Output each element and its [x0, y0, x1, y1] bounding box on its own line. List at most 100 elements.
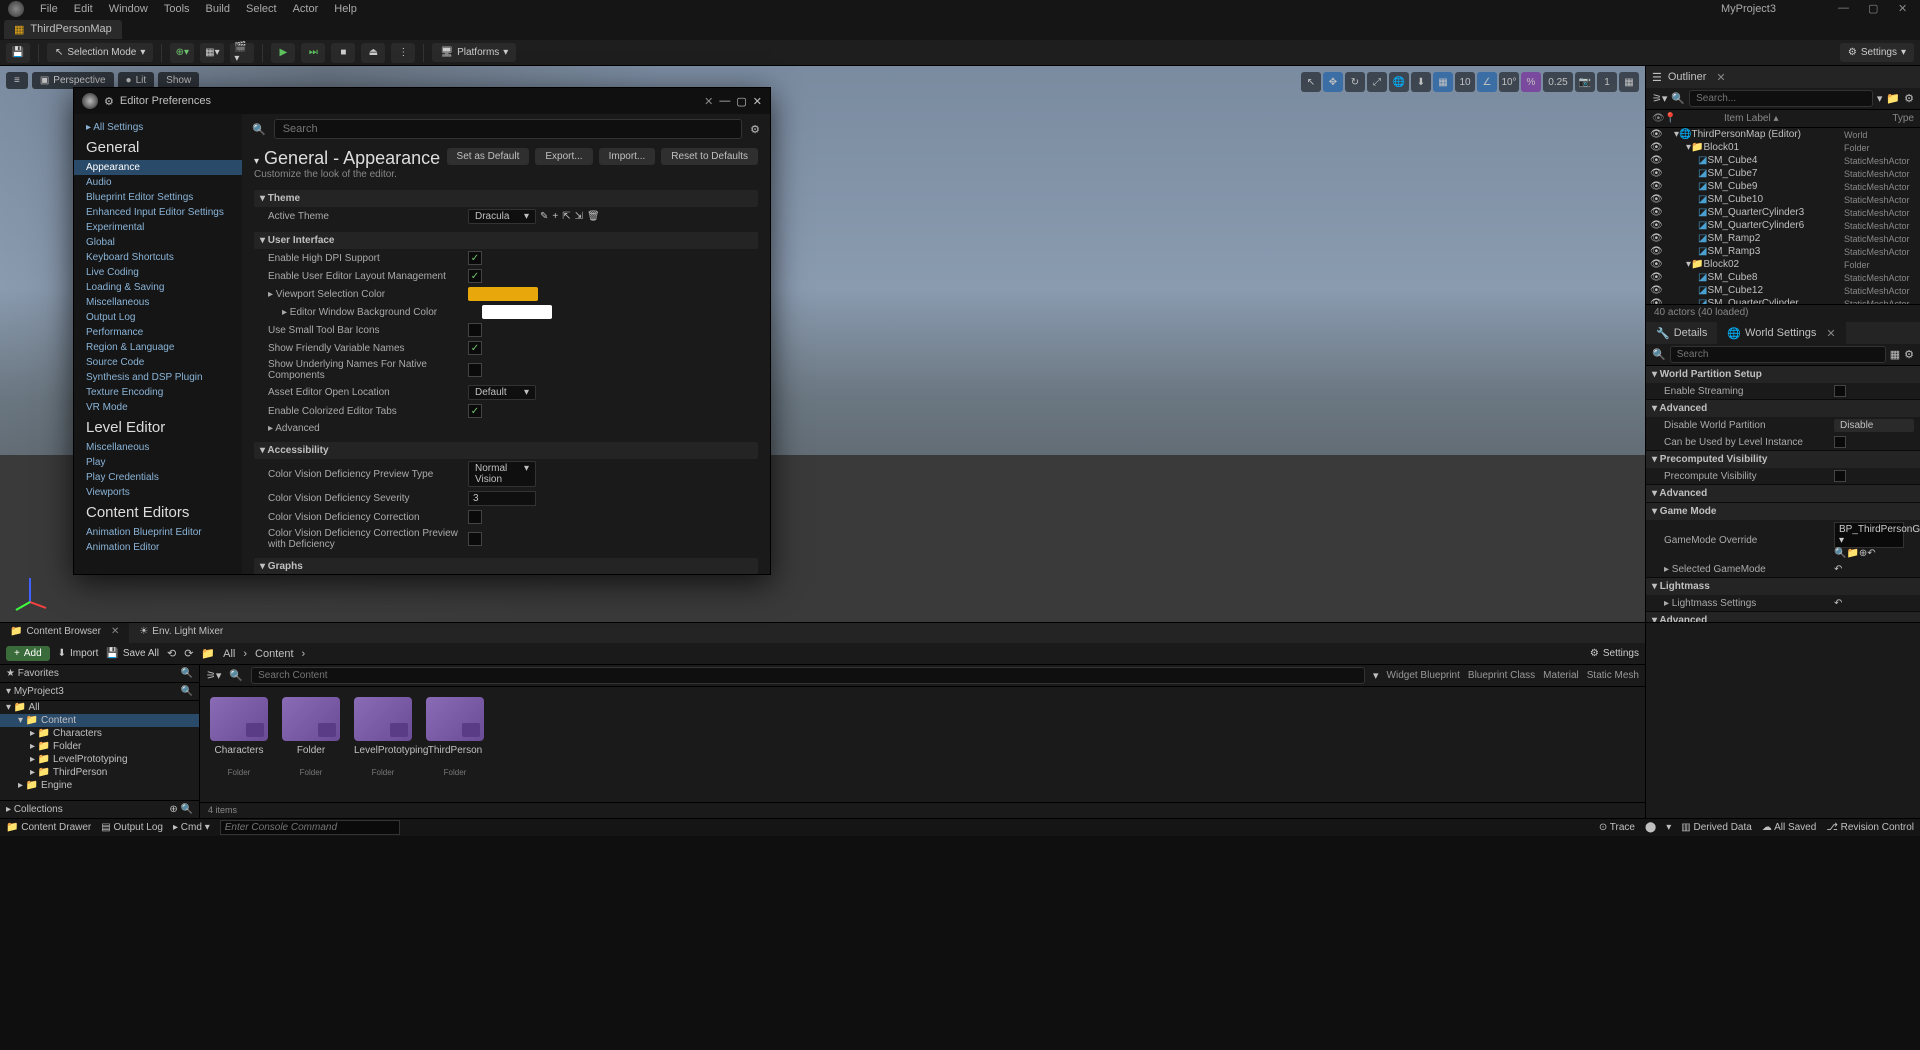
outliner-row[interactable]: 👁◪SM_Cube10StaticMeshActor: [1646, 193, 1920, 206]
filter-icon[interactable]: ⚞▾: [1652, 92, 1667, 105]
prefs-section-header[interactable]: ▾ Graphs: [254, 558, 758, 574]
section-header[interactable]: ▾ World Partition Setup: [1646, 366, 1920, 383]
camera-speed-value[interactable]: 1: [1597, 72, 1617, 92]
save-button[interactable]: 💾: [6, 43, 30, 63]
selection-mode-button[interactable]: ↖Selection Mode▾: [47, 43, 153, 62]
derived-data-button[interactable]: ▥ Derived Data: [1681, 822, 1752, 833]
details-view-icon[interactable]: ▦: [1890, 348, 1900, 361]
set-default-button[interactable]: Set as Default: [447, 148, 530, 165]
edit-icon[interactable]: ✎: [540, 211, 548, 222]
breadcrumb-all[interactable]: All: [223, 648, 235, 660]
color-swatch[interactable]: [468, 287, 538, 301]
prefs-nav-link[interactable]: Animation Blueprint Editor: [74, 525, 242, 540]
outliner-search[interactable]: [1689, 90, 1873, 107]
select-tool[interactable]: ↖: [1301, 72, 1321, 92]
angle-snap[interactable]: ∠: [1477, 72, 1497, 92]
prefs-section-header[interactable]: ▾ Accessibility: [254, 442, 758, 459]
maximize-icon[interactable]: ▢: [1868, 2, 1882, 16]
import-button[interactable]: ⬇Import: [58, 648, 99, 659]
dropdown[interactable]: Default▾: [468, 385, 536, 400]
prefs-nav-link[interactable]: Animation Editor: [74, 540, 242, 555]
item-label-header[interactable]: Item Label ▴: [1676, 113, 1892, 124]
content-tree-row[interactable]: ▸ 📁 Folder: [0, 740, 199, 753]
menu-build[interactable]: Build: [206, 3, 230, 15]
checkbox[interactable]: ✓: [468, 404, 482, 418]
breadcrumb-all-icon[interactable]: 📁: [201, 647, 215, 660]
skip-button[interactable]: ⏭: [301, 43, 325, 63]
project-label[interactable]: MyProject3: [14, 686, 64, 697]
details-settings-icon[interactable]: ⚙: [1904, 348, 1914, 361]
console-input[interactable]: [220, 820, 400, 835]
trace-opts-icon[interactable]: ▾: [1666, 822, 1671, 833]
prefs-nav-link[interactable]: VR Mode: [74, 400, 242, 415]
content-tree-row[interactable]: ▾ 📁 All: [0, 701, 199, 714]
save-all-button[interactable]: 💾Save All: [106, 648, 159, 659]
ws-close[interactable]: ✕: [1826, 327, 1835, 340]
checkbox[interactable]: ✓: [468, 269, 482, 283]
breadcrumb-content[interactable]: Content: [255, 648, 294, 660]
viewport-menu[interactable]: ≡: [6, 72, 28, 89]
scale-snap[interactable]: %: [1521, 72, 1541, 92]
history-back[interactable]: ⟲: [167, 647, 176, 660]
prefs-search[interactable]: [274, 119, 742, 139]
use-icon[interactable]: 📁: [1846, 548, 1858, 559]
prefs-nav-link[interactable]: Enhanced Input Editor Settings: [74, 205, 242, 220]
angle-snap-value[interactable]: 10°: [1499, 72, 1519, 92]
outliner-row[interactable]: 👁◪SM_Cube8StaticMeshActor: [1646, 271, 1920, 284]
color-swatch[interactable]: [482, 305, 552, 319]
content-grid[interactable]: CharactersFolderFolderFolderLevelPrototy…: [200, 687, 1645, 802]
expand-icon[interactable]: ↶: [1834, 598, 1842, 609]
visibility-col-icon[interactable]: 👁: [1652, 113, 1664, 124]
filter-button[interactable]: ⚞▾: [206, 669, 221, 682]
undo-icon[interactable]: ↶: [1867, 548, 1875, 559]
checkbox[interactable]: [468, 510, 482, 524]
outliner-row[interactable]: 👁▾ 🌐ThirdPersonMap (Editor)World: [1646, 128, 1920, 141]
menu-help[interactable]: Help: [334, 3, 357, 15]
content-tree-row[interactable]: ▸ 📁 ThirdPerson: [0, 766, 199, 779]
history-fwd[interactable]: ⟳: [184, 647, 193, 660]
prefs-nav-link[interactable]: Synthesis and DSP Plugin: [74, 370, 242, 385]
checkbox[interactable]: [468, 363, 482, 377]
outliner-row[interactable]: 👁◪SM_Cube9StaticMeshActor: [1646, 180, 1920, 193]
outliner-row[interactable]: 👁◪SM_Cube7StaticMeshActor: [1646, 167, 1920, 180]
outliner-row[interactable]: 👁◪SM_QuarterCylinder3StaticMeshActor: [1646, 206, 1920, 219]
checkbox[interactable]: [1834, 436, 1846, 448]
section-header[interactable]: ▾ Game Mode: [1646, 503, 1920, 520]
blueprint-button[interactable]: ▦▾: [200, 43, 224, 63]
export-button[interactable]: Export...: [535, 148, 592, 165]
add-button[interactable]: + Add: [6, 646, 50, 661]
menu-select[interactable]: Select: [246, 3, 277, 15]
output-log-button[interactable]: ▤ Output Log: [101, 822, 163, 833]
play-button[interactable]: ▶: [271, 43, 295, 63]
outliner-settings-icon[interactable]: ⚙: [1904, 92, 1914, 105]
prefs-section-header[interactable]: ▾ User Interface: [254, 232, 758, 249]
menu-edit[interactable]: Edit: [74, 3, 93, 15]
checkbox[interactable]: [468, 532, 482, 546]
grid-snap-value[interactable]: 10: [1455, 72, 1475, 92]
prefs-nav-link[interactable]: Keyboard Shortcuts: [74, 250, 242, 265]
proj-search-icon[interactable]: 🔍: [181, 686, 193, 697]
content-search[interactable]: [251, 667, 1365, 684]
checkbox[interactable]: ✓: [468, 341, 482, 355]
prefs-nav-link[interactable]: Miscellaneous: [74, 440, 242, 455]
all-settings-link[interactable]: ▸ All Settings: [74, 120, 242, 135]
minimize-icon[interactable]: —: [1838, 2, 1852, 16]
prefs-close-tab[interactable]: ✕: [704, 95, 713, 108]
outliner-close[interactable]: ✕: [1716, 71, 1725, 84]
content-drawer-button[interactable]: 📁 Content Drawer: [6, 822, 91, 833]
platforms-button[interactable]: 🖥Platforms▾: [432, 43, 516, 62]
coll-search-icon[interactable]: 🔍: [181, 804, 193, 815]
outliner-row[interactable]: 👁◪SM_Ramp3StaticMeshActor: [1646, 245, 1920, 258]
plus-icon[interactable]: +: [552, 211, 558, 222]
favorites-label[interactable]: Favorites: [18, 668, 59, 679]
section-header[interactable]: ▾ Precomputed Visibility: [1646, 451, 1920, 468]
add-collection-icon[interactable]: ⊕: [169, 804, 177, 815]
move-tool[interactable]: ✥: [1323, 72, 1343, 92]
dropdown[interactable]: Normal Vision▾: [468, 461, 536, 487]
checkbox[interactable]: [1834, 470, 1846, 482]
import-button[interactable]: Import...: [599, 148, 656, 165]
expand-icon[interactable]: ↶: [1834, 564, 1842, 575]
prefs-nav-link[interactable]: Loading & Saving: [74, 280, 242, 295]
content-item[interactable]: ThirdPersonFolder: [426, 697, 484, 777]
content-tree-row[interactable]: ▸ 📁 Characters: [0, 727, 199, 740]
